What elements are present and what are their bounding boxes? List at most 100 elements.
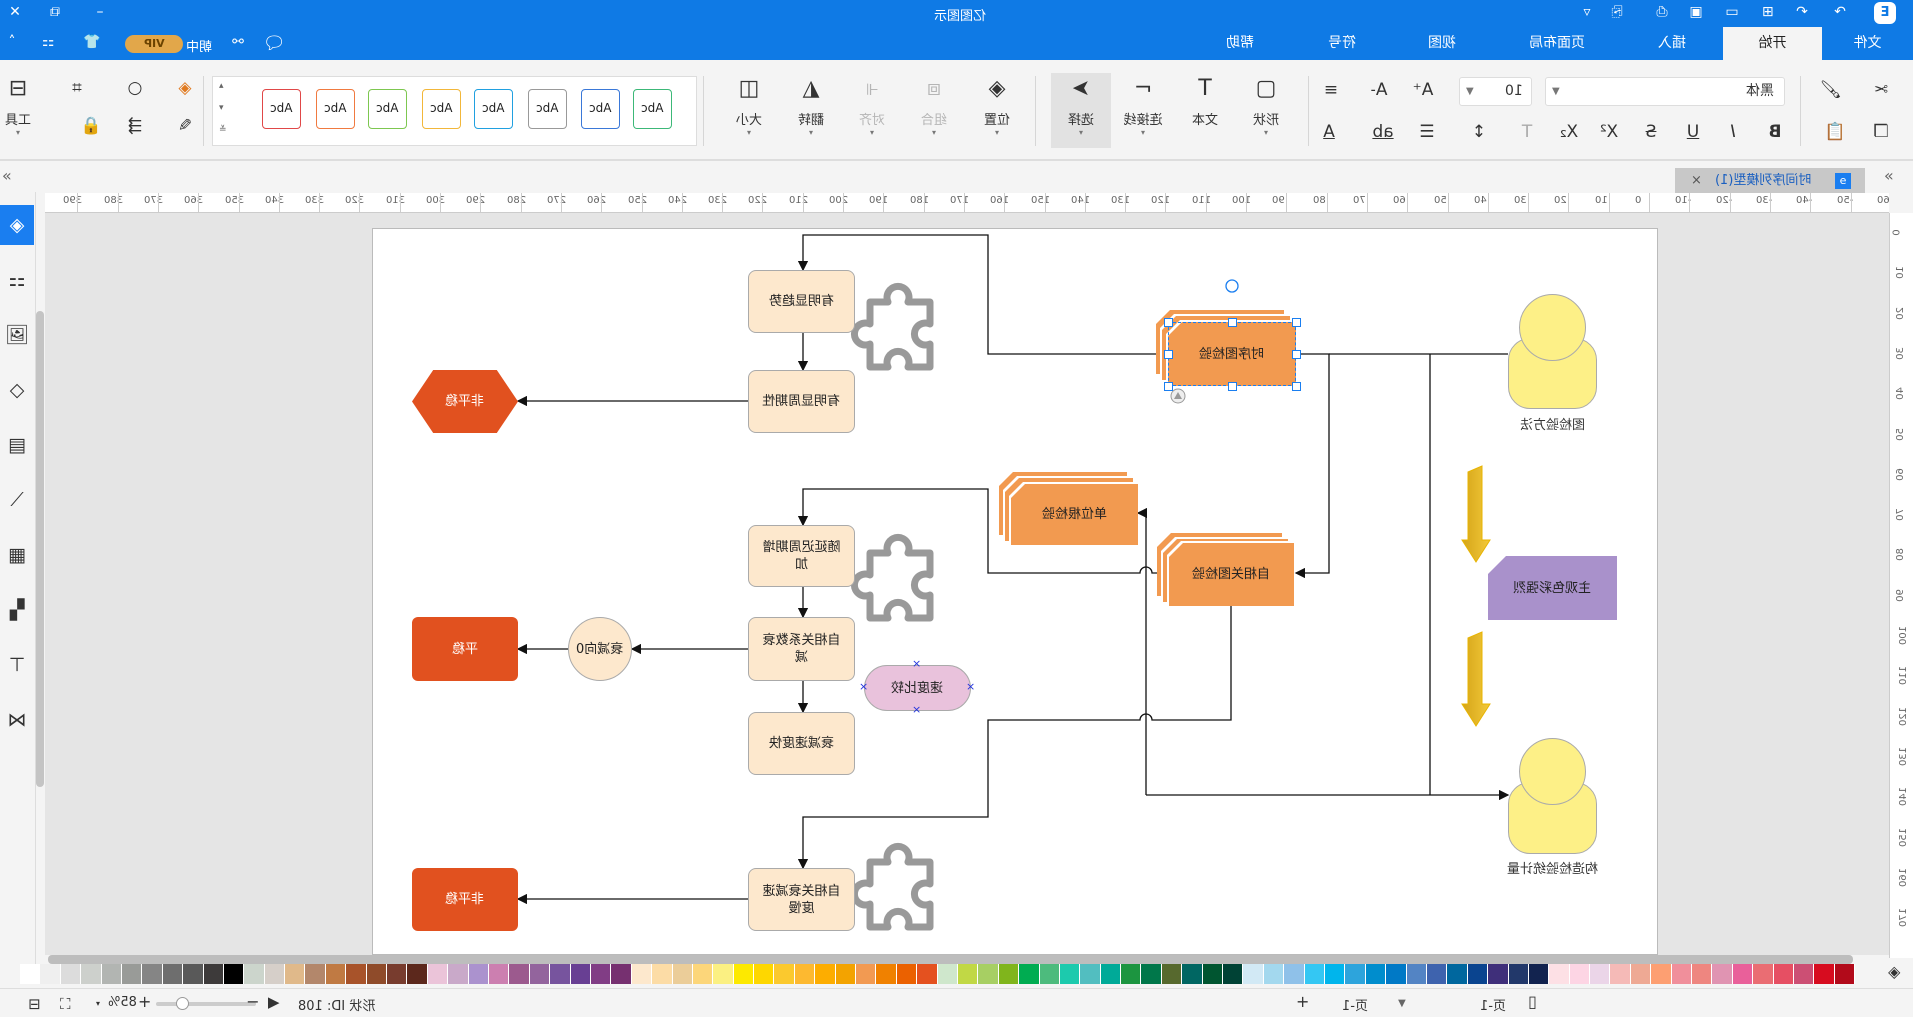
- color-swatch[interactable]: [1080, 964, 1101, 984]
- color-swatch[interactable]: [1793, 964, 1815, 984]
- color-swatch[interactable]: [60, 964, 82, 984]
- color-swatch[interactable]: [223, 964, 245, 984]
- color-swatch[interactable]: [121, 964, 143, 984]
- color-swatch[interactable]: [1834, 964, 1856, 984]
- fill-bucket-icon[interactable]: ◈: [1888, 962, 1900, 981]
- color-swatch[interactable]: [1528, 964, 1550, 984]
- color-swatch[interactable]: [1753, 964, 1774, 984]
- color-swatch[interactable]: [448, 964, 469, 984]
- resize-handle[interactable]: [1292, 318, 1301, 327]
- dropdown-arrow-icon[interactable]: ▾: [96, 999, 100, 1008]
- zoom-level[interactable]: 85%: [108, 995, 137, 1010]
- color-swatch[interactable]: [1671, 964, 1693, 984]
- color-swatch[interactable]: [1263, 964, 1285, 984]
- color-swatch[interactable]: [264, 964, 286, 984]
- color-swatch[interactable]: [1426, 964, 1448, 984]
- zoom-slider[interactable]: [156, 997, 256, 1010]
- page-selector[interactable]: 页-1: [1480, 995, 1506, 1014]
- node-acf-decay[interactable]: 自相关系数衰减: [748, 617, 855, 681]
- color-swatch[interactable]: [1630, 964, 1652, 984]
- page-layout-icon[interactable]: ▯: [1528, 992, 1537, 1011]
- color-swatch[interactable]: [1610, 964, 1631, 984]
- color-swatch[interactable]: [1345, 964, 1366, 984]
- color-swatch[interactable]: [1508, 964, 1529, 984]
- color-swatch[interactable]: [203, 964, 224, 984]
- color-swatch[interactable]: [1243, 964, 1264, 984]
- color-swatch[interactable]: [40, 964, 61, 984]
- color-swatch[interactable]: [590, 964, 612, 984]
- vertical-scrollbar[interactable]: [36, 311, 44, 787]
- color-swatch[interactable]: [1223, 964, 1244, 984]
- color-swatch[interactable]: [1141, 964, 1162, 984]
- color-swatch[interactable]: [550, 964, 571, 984]
- color-swatch[interactable]: [183, 964, 204, 984]
- puzzle-icon[interactable]: ▞: [0, 590, 34, 630]
- node-subjective[interactable]: 主观色彩强烈: [1488, 556, 1617, 620]
- resize-handle[interactable]: [1292, 350, 1301, 359]
- color-swatch[interactable]: [1202, 964, 1224, 984]
- color-swatch[interactable]: [346, 964, 367, 984]
- horizontal-scrollbar[interactable]: [48, 955, 1853, 964]
- node-decay-to-zero[interactable]: 衰减向0: [568, 617, 632, 681]
- color-swatch[interactable]: [1773, 964, 1794, 984]
- layers-icon[interactable]: ◇: [0, 370, 34, 410]
- resize-handle[interactable]: [1164, 350, 1173, 359]
- color-swatch[interactable]: [1651, 964, 1672, 984]
- fit-width-icon[interactable]: ⊟: [28, 995, 41, 1013]
- node-acf-plot-test[interactable]: 自相关图检验: [1169, 543, 1294, 606]
- color-swatch[interactable]: [20, 964, 41, 984]
- color-swatch[interactable]: [1569, 964, 1591, 984]
- color-swatch[interactable]: [1467, 964, 1489, 984]
- color-swatch[interactable]: [1121, 964, 1142, 984]
- play-icon[interactable]: ◀: [268, 993, 280, 1011]
- color-swatch[interactable]: [570, 964, 591, 984]
- color-swatch[interactable]: [652, 964, 673, 984]
- color-swatch[interactable]: [856, 964, 877, 984]
- node-nonstationary[interactable]: 非平稳: [412, 868, 518, 931]
- color-swatch[interactable]: [468, 964, 489, 984]
- resize-handle[interactable]: [1228, 318, 1237, 327]
- color-swatch[interactable]: [631, 964, 653, 984]
- fullscreen-icon[interactable]: ⛶: [60, 995, 71, 1013]
- page-dropdown-icon[interactable]: ▼: [1398, 998, 1406, 1009]
- person-head[interactable]: [1519, 294, 1586, 361]
- color-swatch[interactable]: [325, 964, 347, 984]
- color-swatch[interactable]: [998, 964, 1020, 984]
- format-icon[interactable]: ◈: [0, 205, 34, 245]
- color-swatch[interactable]: [285, 964, 306, 984]
- color-swatch[interactable]: [1590, 964, 1611, 984]
- color-swatch[interactable]: [774, 964, 795, 984]
- color-swatch[interactable]: [835, 964, 857, 984]
- zoom-in-icon[interactable]: +: [138, 992, 151, 1011]
- color-swatch[interactable]: [1325, 964, 1346, 984]
- color-swatch[interactable]: [794, 964, 816, 984]
- color-swatch[interactable]: [754, 964, 775, 984]
- node-period[interactable]: 有明显周期性: [748, 370, 855, 433]
- image-icon[interactable]: 🖼: [0, 315, 34, 355]
- zoom-slider-knob[interactable]: [175, 997, 189, 1010]
- color-swatch[interactable]: [81, 964, 102, 984]
- color-swatch[interactable]: [957, 964, 979, 984]
- mindmap-icon[interactable]: ⋈: [0, 700, 34, 740]
- node-lag-increase[interactable]: 随延迟周期增加: [748, 525, 855, 587]
- color-swatch[interactable]: [733, 964, 755, 984]
- node-acf-slow[interactable]: 自相关衰减速度慢: [748, 868, 855, 931]
- symbols-icon[interactable]: ⚏: [0, 260, 34, 300]
- color-swatch[interactable]: [1447, 964, 1468, 984]
- color-swatch[interactable]: [1732, 964, 1754, 984]
- color-swatch[interactable]: [1100, 964, 1122, 984]
- page-icon[interactable]: ▤: [0, 425, 34, 465]
- color-swatch[interactable]: [142, 964, 163, 984]
- resize-handle[interactable]: [1228, 382, 1237, 391]
- color-swatch[interactable]: [1386, 964, 1407, 984]
- zoom-out-icon[interactable]: −: [246, 992, 259, 1011]
- color-swatch[interactable]: [978, 964, 999, 984]
- color-swatch[interactable]: [101, 964, 122, 984]
- color-swatch[interactable]: [387, 964, 408, 984]
- node-unit-root-test[interactable]: 单位根检验: [1011, 484, 1138, 545]
- resize-handle[interactable]: [1292, 382, 1301, 391]
- layout-icon[interactable]: ⊤: [0, 645, 34, 685]
- color-swatch[interactable]: [1039, 964, 1060, 984]
- color-swatch[interactable]: [917, 964, 938, 984]
- color-swatch[interactable]: [305, 964, 326, 984]
